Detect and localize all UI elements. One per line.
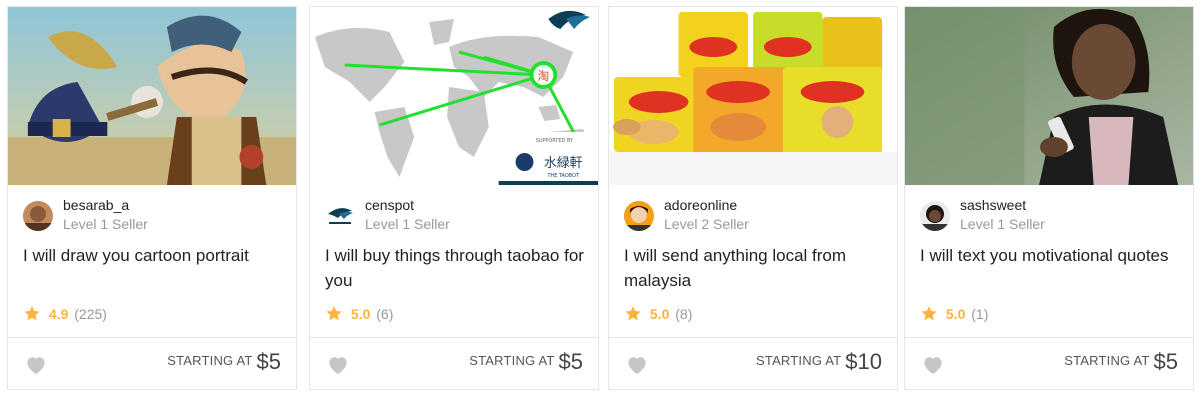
gig-rating: 5.0 (6) bbox=[325, 305, 393, 323]
starting-at-label: STARTING AT bbox=[1064, 353, 1150, 368]
review-count: (225) bbox=[74, 306, 107, 322]
avatar[interactable] bbox=[624, 201, 654, 231]
star-icon bbox=[24, 306, 40, 321]
gig-footer: STARTING AT $10 bbox=[609, 337, 897, 389]
review-count: (8) bbox=[675, 306, 693, 322]
gig-thumbnail[interactable] bbox=[905, 7, 1193, 185]
starting-at-label: STARTING AT bbox=[167, 353, 253, 368]
seller-info: besarab_a Level 1 Seller bbox=[23, 197, 283, 233]
seller-level: Level 1 Seller bbox=[63, 216, 148, 232]
rating-score: 5.0 bbox=[649, 306, 670, 322]
price-value: $5 bbox=[256, 349, 281, 374]
review-count: (6) bbox=[376, 306, 394, 322]
gig-title[interactable]: I will send anything local from malaysia bbox=[624, 243, 886, 293]
seller-name[interactable]: besarab_a bbox=[63, 197, 129, 213]
brand-name: 水緑軒 bbox=[544, 156, 583, 171]
price-value: $10 bbox=[845, 349, 882, 374]
supported-by: SUPPORTED BY bbox=[536, 138, 574, 144]
heart-icon[interactable] bbox=[626, 355, 648, 375]
seller-level: Level 1 Seller bbox=[365, 216, 450, 232]
gig-title[interactable]: I will text you motivational quotes bbox=[920, 243, 1182, 268]
star-icon bbox=[326, 306, 342, 321]
brand-sub: THE TAOBOT bbox=[546, 173, 579, 179]
seller-level: Level 1 Seller bbox=[960, 216, 1045, 232]
gig-card-grid: besarab_a Level 1 Seller I will draw you… bbox=[0, 0, 1201, 406]
seller-level: Level 2 Seller bbox=[664, 216, 749, 232]
avatar[interactable] bbox=[23, 201, 53, 231]
seller-name[interactable]: sashsweet bbox=[960, 197, 1026, 213]
price[interactable]: STARTING AT $5 bbox=[469, 349, 583, 375]
gig-footer: STARTING AT $5 bbox=[8, 337, 296, 389]
gig-card[interactable]: 淘 SUPPORTED BY 水緑軒 THE TAOBOT censpot Le… bbox=[309, 6, 599, 390]
star-icon bbox=[921, 306, 937, 321]
gig-card[interactable]: sashsweet Level 1 Seller I will text you… bbox=[904, 6, 1194, 390]
avatar[interactable] bbox=[325, 201, 355, 231]
price-value: $5 bbox=[1153, 349, 1178, 374]
gig-thumbnail[interactable] bbox=[8, 7, 296, 185]
heart-icon[interactable] bbox=[922, 355, 944, 375]
gig-card[interactable]: besarab_a Level 1 Seller I will draw you… bbox=[7, 6, 297, 390]
gig-rating: 5.0 (8) bbox=[624, 305, 692, 323]
gig-title[interactable]: I will buy things through taobao for you bbox=[325, 243, 587, 293]
review-count: (1) bbox=[971, 306, 989, 322]
gig-card[interactable]: adoreonline Level 2 Seller I will send a… bbox=[608, 6, 898, 390]
gig-footer: STARTING AT $5 bbox=[310, 337, 598, 389]
seller-name[interactable]: censpot bbox=[365, 197, 414, 213]
seller-info: adoreonline Level 2 Seller bbox=[624, 197, 884, 233]
gig-thumbnail[interactable]: 淘 SUPPORTED BY 水緑軒 THE TAOBOT bbox=[310, 7, 598, 185]
rating-score: 5.0 bbox=[945, 306, 966, 322]
seller-name[interactable]: adoreonline bbox=[664, 197, 737, 213]
starting-at-label: STARTING AT bbox=[756, 353, 842, 368]
gig-title[interactable]: I will draw you cartoon portrait bbox=[23, 243, 285, 268]
seller-info: censpot Level 1 Seller bbox=[325, 197, 585, 233]
price[interactable]: STARTING AT $10 bbox=[756, 349, 882, 375]
gig-footer: STARTING AT $5 bbox=[905, 337, 1193, 389]
price[interactable]: STARTING AT $5 bbox=[167, 349, 281, 375]
seller-info: sashsweet Level 1 Seller bbox=[920, 197, 1180, 233]
price-value: $5 bbox=[558, 349, 583, 374]
gig-rating: 4.9 (225) bbox=[23, 305, 107, 323]
taobao-badge: 淘 bbox=[537, 69, 549, 83]
star-icon bbox=[625, 306, 641, 321]
heart-icon[interactable] bbox=[25, 355, 47, 375]
gig-rating: 5.0 (1) bbox=[920, 305, 988, 323]
heart-icon[interactable] bbox=[327, 355, 349, 375]
gig-thumbnail[interactable] bbox=[609, 7, 897, 185]
starting-at-label: STARTING AT bbox=[469, 353, 555, 368]
rating-score: 4.9 bbox=[48, 306, 69, 322]
avatar[interactable] bbox=[920, 201, 950, 231]
price[interactable]: STARTING AT $5 bbox=[1064, 349, 1178, 375]
rating-score: 5.0 bbox=[350, 306, 371, 322]
